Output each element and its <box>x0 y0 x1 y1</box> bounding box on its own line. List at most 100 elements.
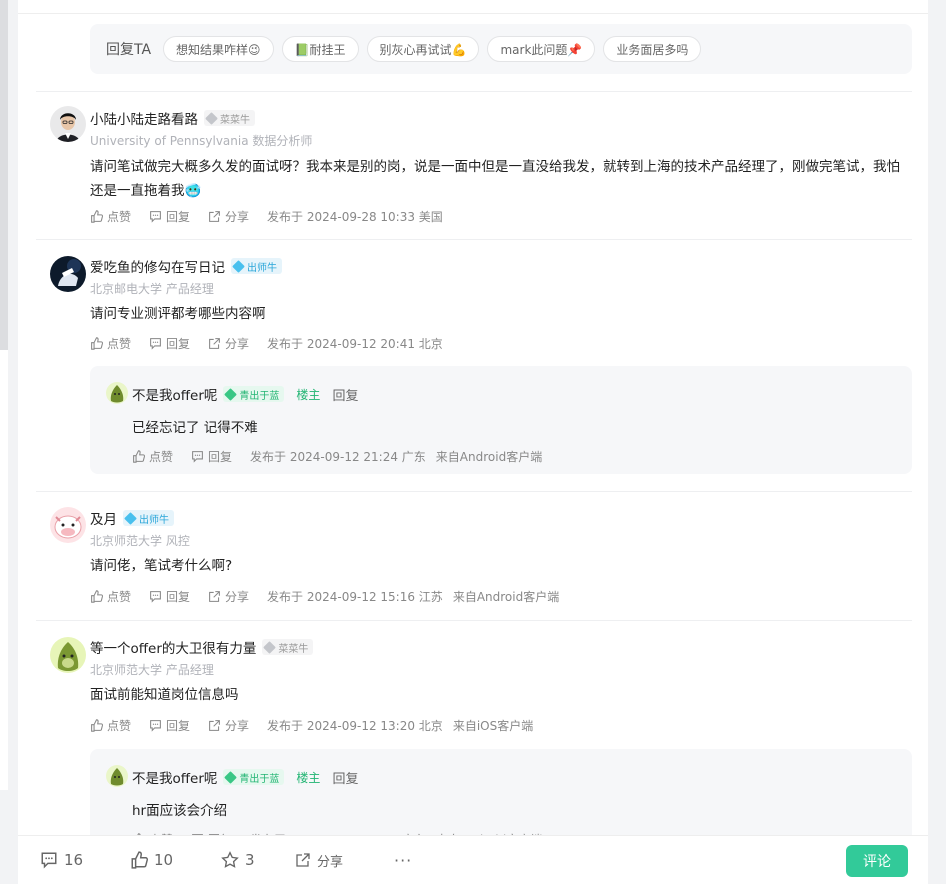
like-button[interactable]: 点赞 <box>90 335 131 352</box>
badge-label: 出师牛 <box>247 262 277 274</box>
reply-ta-bar: 回复TA 想知结果咋样😉 📗耐挂王 别灰心再试试💪 mark此问题📌 业务面居多… <box>90 24 912 74</box>
like-button[interactable]: 点赞 <box>90 717 131 734</box>
share-button[interactable]: 分享 <box>208 717 249 734</box>
like-count: 10 <box>154 851 174 869</box>
bottom-action-bar: 16 10 3 分享 ··· 评论 <box>18 835 928 884</box>
share-icon <box>296 853 310 867</box>
comment-icon <box>150 338 161 350</box>
reply-label: 回复 <box>166 210 191 224</box>
quick-reply-chip[interactable]: 想知结果咋样😉 <box>163 36 274 62</box>
more-options-button[interactable]: ··· <box>394 851 412 870</box>
user-name[interactable]: 爱吃鱼的修勾在写日记 <box>90 256 225 276</box>
favorite-button[interactable]: 3 <box>221 851 255 869</box>
reply-label: 回复 <box>166 590 191 604</box>
divider <box>36 620 912 621</box>
like-count-button[interactable]: 10 <box>130 851 173 869</box>
client-source: 来自Android客户端 <box>452 590 560 604</box>
thumbs-up-icon <box>91 210 103 223</box>
reply-button[interactable]: 回复 <box>149 717 190 734</box>
user-level-badge: 出师牛 <box>231 258 282 274</box>
comments-count: 16 <box>64 851 84 869</box>
thumbs-up-icon <box>91 719 103 732</box>
quick-reply-chip[interactable]: 📗耐挂王 <box>281 36 359 62</box>
comment-actions: 点赞 回复 分享 发布于 2024-09-12 15:16 江苏 来自Andro… <box>90 588 559 605</box>
sub-reply-actions: 点赞 回复 发布于 2024-09-12 21:24 广东 来自Android客… <box>132 448 542 465</box>
badge-label: 青出于蓝 <box>239 773 280 785</box>
avatar[interactable] <box>50 256 86 292</box>
user-name[interactable]: 及月 <box>90 508 117 528</box>
share-button[interactable]: 分享 <box>208 335 249 352</box>
comment-actions: 点赞 回复 分享 发布于 2024-09-12 20:41 北京 <box>90 335 443 352</box>
divider <box>36 239 912 240</box>
comment-button[interactable]: 评论 <box>846 845 908 877</box>
share-icon <box>209 591 220 602</box>
avatar[interactable] <box>106 765 128 787</box>
comment-body: 面试前能知道岗位信息吗 <box>90 687 239 703</box>
sub-reply-header: 不是我offer呢 青出于蓝 楼主 回复 <box>132 384 358 404</box>
avatar[interactable] <box>50 106 86 142</box>
like-button[interactable]: 点赞 <box>132 448 173 465</box>
badge-label: 菜菜牛 <box>278 643 309 655</box>
comment-body: 请问佬，笔试考什么啊? <box>90 558 233 574</box>
reply-label: 回复 <box>208 450 233 464</box>
user-school: 北京邮电大学 产品经理 <box>90 282 214 296</box>
thumbs-up-icon <box>133 450 145 463</box>
client-source: 来自Android客户端 <box>435 450 543 464</box>
share-label: 分享 <box>225 210 250 224</box>
divider <box>36 91 912 92</box>
avatar[interactable] <box>106 382 128 404</box>
comment-header: 及月 出师牛 <box>90 508 174 528</box>
like-label: 点赞 <box>107 590 132 604</box>
star-icon <box>221 851 239 868</box>
comment-header: 小陆小陆走路看路 菜菜牛 <box>90 108 255 128</box>
scroll-track <box>0 0 8 350</box>
comments-count-button[interactable]: 16 <box>40 851 83 869</box>
quick-reply-chip[interactable]: mark此问题📌 <box>487 36 596 62</box>
user-name[interactable]: 不是我offer呢 <box>132 767 217 787</box>
share-icon <box>209 211 220 222</box>
share-label: 分享 <box>225 337 250 351</box>
like-button[interactable]: 点赞 <box>90 588 131 605</box>
left-gutter <box>0 0 18 884</box>
client-source: 来自iOS客户端 <box>452 719 534 733</box>
reply-button[interactable]: 回复 <box>149 208 190 225</box>
share-button[interactable]: 分享 <box>208 588 249 605</box>
sub-reply: 不是我offer呢 青出于蓝 楼主 回复 已经忘记了 记得不难 点赞 回复 发布… <box>90 366 912 474</box>
user-name[interactable]: 不是我offer呢 <box>132 384 217 404</box>
comment-icon <box>150 720 161 732</box>
publish-time: 发布于 2024-09-12 21:24 广东 <box>250 450 426 464</box>
reply-to-label: 回复 <box>332 771 359 787</box>
reply-button[interactable]: 回复 <box>149 335 190 352</box>
quick-reply-chip[interactable]: 别灰心再试试💪 <box>366 36 480 62</box>
share-icon <box>209 720 220 731</box>
divider <box>36 491 912 492</box>
thumbs-up-icon <box>91 590 103 603</box>
user-level-badge: 菜菜牛 <box>262 639 314 655</box>
comment-section: 回复TA 想知结果咋样😉 📗耐挂王 别灰心再试试💪 mark此问题📌 业务面居多… <box>18 0 928 884</box>
diamond-icon <box>124 511 137 525</box>
top-divider <box>18 0 928 14</box>
op-tag: 楼主 <box>296 387 321 402</box>
sub-reply-body: 已经忘记了 记得不难 <box>132 420 258 436</box>
reply-button[interactable]: 回复 <box>149 588 190 605</box>
share-button[interactable]: 分享 <box>295 851 343 870</box>
publish-time: 发布于 2024-09-12 13:20 北京 <box>267 719 443 733</box>
like-label: 点赞 <box>149 450 174 464</box>
share-label: 分享 <box>225 590 250 604</box>
reply-to-label: 回复 <box>332 388 359 404</box>
reply-label: 回复 <box>166 337 191 351</box>
avatar[interactable] <box>50 637 86 673</box>
avatar[interactable] <box>50 507 86 543</box>
user-school: 北京师范大学 产品经理 <box>90 663 214 677</box>
like-button[interactable]: 点赞 <box>90 208 131 225</box>
user-name[interactable]: 等一个offer的大卫很有力量 <box>90 637 256 657</box>
comment-icon <box>41 852 57 869</box>
quick-reply-chip[interactable]: 业务面居多吗 <box>603 36 702 62</box>
user-level-badge: 青出于蓝 <box>223 769 285 785</box>
publish-time: 发布于 2024-09-28 10:33 美国 <box>267 210 443 224</box>
reply-button[interactable]: 回复 <box>191 448 232 465</box>
user-name[interactable]: 小陆小陆走路看路 <box>90 108 198 128</box>
share-button[interactable]: 分享 <box>208 208 249 225</box>
comment-icon <box>192 451 203 463</box>
sub-reply-body: hr面应该会介绍 <box>132 803 228 819</box>
